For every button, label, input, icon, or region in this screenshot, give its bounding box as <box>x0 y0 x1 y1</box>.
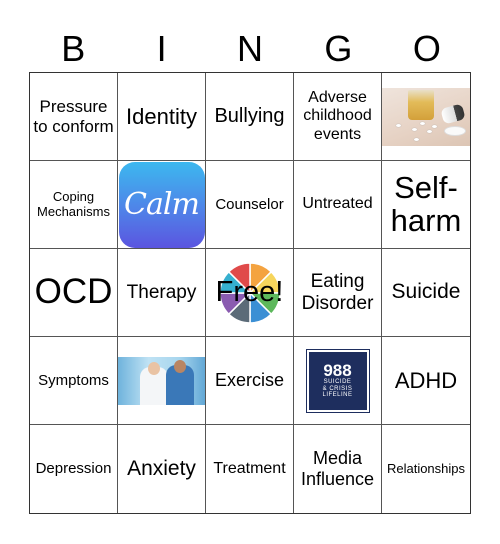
cell-label: Untreated <box>302 195 373 213</box>
bingo-cell[interactable]: Eating Disorder <box>294 249 382 337</box>
cell-label: Eating Disorder <box>301 270 374 314</box>
bingo-cell[interactable]: Adverse childhood events <box>294 73 382 161</box>
bingo-cell[interactable]: Relationships <box>382 425 470 513</box>
cell-label: Media Influence <box>300 448 375 489</box>
alcohol-and-pills-image <box>382 87 470 146</box>
bingo-cell[interactable]: Exercise <box>206 337 294 425</box>
header-letter-g: G <box>324 28 353 69</box>
cell-label: Relationships <box>386 460 466 476</box>
cell-label: Suicide <box>391 280 461 304</box>
bingo-cell[interactable]: Media Influence <box>294 425 382 513</box>
cell-label: Depression <box>35 460 112 478</box>
bingo-cell[interactable]: Self-harm <box>382 161 470 249</box>
cell-label: Anxiety <box>127 456 196 480</box>
header-letter-b: B <box>61 28 86 69</box>
calm-app-logo-icon: Calm <box>118 161 205 248</box>
bingo-cell[interactable] <box>382 73 470 161</box>
cell-label: Treatment <box>213 459 286 477</box>
cell-label: Therapy <box>126 281 197 303</box>
bingo-cell[interactable]: Counselor <box>206 161 294 249</box>
988-lifeline-logo-icon: 988 SUICIDE & CRISIS LIFELINE <box>305 348 370 413</box>
cell-label: Pressure to conform <box>33 96 114 136</box>
cell-label: Exercise <box>214 370 285 391</box>
bingo-header: B I N G O <box>29 26 471 72</box>
cell-label: Bullying <box>214 105 285 127</box>
header-letter-o: O <box>412 28 441 69</box>
doctors-image <box>118 356 205 405</box>
header-letter-i: I <box>156 28 167 69</box>
cell-label: Adverse childhood events <box>303 88 372 143</box>
bingo-cell[interactable]: Depression <box>30 425 118 513</box>
bingo-cell[interactable]: Suicide <box>382 249 470 337</box>
bingo-cell[interactable]: Pressure to conform <box>30 73 118 161</box>
cell-label: Self-harm <box>390 169 462 238</box>
bingo-cell[interactable]: Calm <box>118 161 206 249</box>
cell-label: Counselor <box>215 195 284 213</box>
bingo-cell[interactable]: Identity <box>118 73 206 161</box>
cell-label: Symptoms <box>38 371 109 389</box>
bingo-cell[interactable] <box>118 337 206 425</box>
bingo-cell[interactable]: 988 SUICIDE & CRISIS LIFELINE <box>294 337 382 425</box>
bingo-cell[interactable]: Untreated <box>294 161 382 249</box>
bingo-cell[interactable]: Treatment <box>206 425 294 513</box>
cell-label: ADHD <box>394 367 458 393</box>
cell-label: Identity <box>126 103 197 129</box>
header-letter-n: N <box>237 28 264 69</box>
bingo-cell[interactable]: Anxiety <box>118 425 206 513</box>
bingo-cell[interactable]: OCD <box>30 249 118 337</box>
bingo-cell[interactable]: ADHD <box>382 337 470 425</box>
bingo-board: Pressure to conform Identity Bullying Ad… <box>29 72 471 514</box>
bingo-cell[interactable]: Symptoms <box>30 337 118 425</box>
cell-label: OCD <box>34 272 113 312</box>
free-space-cell[interactable]: Free! <box>206 249 294 337</box>
cell-label: Coping Mechanisms <box>37 188 110 219</box>
bingo-cell[interactable]: Bullying <box>206 73 294 161</box>
bingo-cell[interactable]: Coping Mechanisms <box>30 161 118 249</box>
free-space-label: Free! <box>215 276 284 308</box>
bingo-cell[interactable]: Therapy <box>118 249 206 337</box>
